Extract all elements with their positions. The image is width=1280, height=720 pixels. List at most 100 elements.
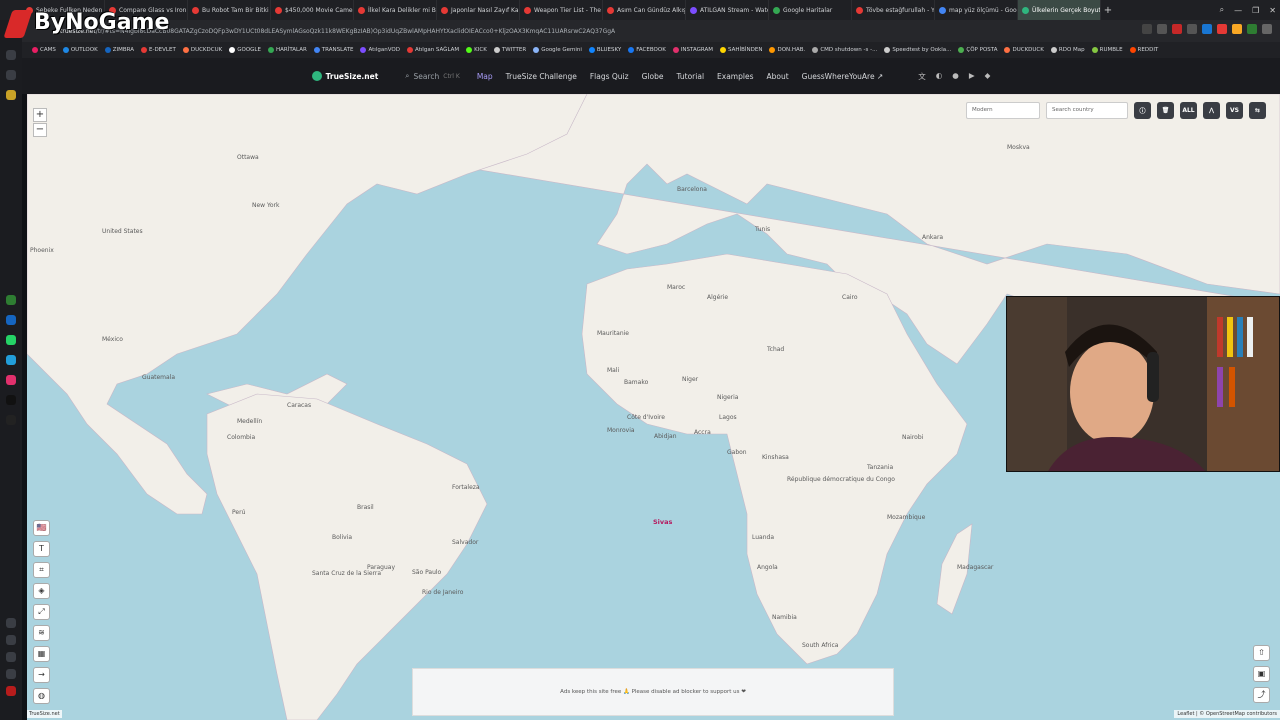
- nav-about[interactable]: About: [766, 72, 788, 81]
- measure-tool[interactable]: ⤢: [33, 604, 50, 620]
- all-button[interactable]: ALL: [1180, 102, 1197, 119]
- browser-tab[interactable]: Google Haritalar: [769, 0, 852, 20]
- extension-icon[interactable]: [1142, 24, 1152, 34]
- layers-tool[interactable]: ≋: [33, 625, 50, 641]
- apple-icon[interactable]: ◆: [985, 71, 991, 82]
- sidebar-x-icon[interactable]: [6, 415, 16, 425]
- bookmark-item[interactable]: DUCKDCUK: [182, 47, 222, 53]
- bookmark-item[interactable]: FACEBOOK: [628, 47, 666, 53]
- bookmark-item[interactable]: RUMBLE: [1091, 47, 1123, 53]
- zoom-out-button[interactable]: −: [33, 123, 47, 137]
- compare-icon[interactable]: ⇆: [1249, 102, 1266, 119]
- browser-tab[interactable]: Japonlar Nasıl Zayıf Kalıyo: [437, 0, 520, 20]
- bookmark-item[interactable]: Speedtest by Ookla...: [884, 47, 951, 53]
- vs-button[interactable]: VS: [1226, 102, 1243, 119]
- sidebar-tiktok-icon[interactable]: [6, 395, 16, 405]
- browser-tab[interactable]: $450,000 Movie Camera: [271, 0, 354, 20]
- minimize-button[interactable]: —: [1234, 6, 1242, 15]
- sidebar-user-icon[interactable]: [6, 90, 16, 100]
- nav-tutorial[interactable]: Tutorial: [676, 72, 704, 81]
- flag-tool[interactable]: 🇺🇸: [33, 520, 50, 536]
- nav-guesswhereyouare[interactable]: GuessWhereYouAre ↗: [802, 72, 884, 81]
- bookmark-item[interactable]: CAMS: [32, 47, 56, 53]
- extension-icon[interactable]: [1232, 24, 1242, 34]
- bookmark-item[interactable]: ZIMBRA: [104, 47, 134, 53]
- browser-tab[interactable]: Ülkelerin Gerçek Boyutlar: [1018, 0, 1101, 20]
- browser-tab[interactable]: İlkel Kara Delikler mi Bulu: [354, 0, 437, 20]
- globe-tool[interactable]: ◍: [33, 688, 50, 704]
- upload-icon[interactable]: ⇧: [1253, 645, 1270, 661]
- grid-tool[interactable]: ▦: [33, 646, 50, 662]
- translate-icon[interactable]: 文: [918, 71, 926, 82]
- share-icon[interactable]: ⤴: [1253, 687, 1270, 703]
- theme-toggle-icon[interactable]: ◐: [936, 71, 943, 82]
- layers-icon[interactable]: ⋀: [1203, 102, 1220, 119]
- bookmark-item[interactable]: AtılganVOD: [360, 47, 400, 53]
- sidebar-wallet-icon[interactable]: [6, 70, 16, 80]
- extension-icon[interactable]: [1187, 24, 1197, 34]
- extension-icon[interactable]: [1172, 24, 1182, 34]
- sidebar-record-icon[interactable]: [6, 686, 16, 696]
- bookmark-item[interactable]: KICK: [466, 47, 487, 53]
- nav-globe[interactable]: Globe: [642, 72, 664, 81]
- sidebar-pin-icon[interactable]: [6, 50, 16, 60]
- sidebar-edit-icon[interactable]: [6, 635, 16, 645]
- map-attribution[interactable]: Leaflet | © OpenStreetMap contributors: [1174, 710, 1280, 718]
- sidebar-grid-icon[interactable]: [6, 618, 16, 628]
- bookmark-item[interactable]: TWITTER: [493, 47, 526, 53]
- crop-tool[interactable]: ⌗: [33, 562, 50, 578]
- bookmark-item[interactable]: CMD shutdown -s -...: [812, 47, 877, 53]
- browser-tab[interactable]: ATILGAN Stream - Watch: [686, 0, 769, 20]
- site-brand[interactable]: TrueSize.net: [311, 71, 378, 81]
- extension-icon[interactable]: [1247, 24, 1257, 34]
- shape-tool[interactable]: ◈: [33, 583, 50, 599]
- url-field[interactable]: truesize.net/tr/#ts=N4Igbi8cDaCcB08GATAZ…: [60, 28, 960, 35]
- bookmark-item[interactable]: REDDIT: [1129, 47, 1158, 53]
- bookmark-item[interactable]: INSTAGRAM: [672, 47, 713, 53]
- bookmark-item[interactable]: GOOGLE: [229, 47, 261, 53]
- bookmark-item[interactable]: OUTLOOK: [62, 47, 98, 53]
- sidebar-app-icon[interactable]: [6, 295, 16, 305]
- site-search[interactable]: ⌕ Search Ctrl K: [405, 71, 460, 81]
- browser-tab[interactable]: Tövbe estağfurullah - You: [852, 0, 935, 20]
- extension-icon[interactable]: [1217, 24, 1227, 34]
- bookmark-item[interactable]: HARİTALAR: [267, 47, 307, 53]
- sidebar-history-icon[interactable]: [6, 652, 16, 662]
- bookmark-item[interactable]: Atılgan SAĞLAM: [406, 47, 459, 53]
- new-tab-button[interactable]: +: [1101, 5, 1115, 16]
- nav-map[interactable]: Map: [477, 72, 493, 81]
- info-icon[interactable]: ⓘ: [1134, 102, 1151, 119]
- reddit-icon[interactable]: ●: [952, 71, 959, 82]
- bookmark-item[interactable]: TRANSLATE: [313, 47, 353, 53]
- search-country-input[interactable]: Search country: [1046, 102, 1128, 119]
- bookmark-item[interactable]: DUCKDUCK: [1004, 47, 1044, 53]
- text-tool[interactable]: T: [33, 541, 50, 557]
- extension-icon[interactable]: [1202, 24, 1212, 34]
- zoom-in-button[interactable]: +: [33, 108, 47, 122]
- bookmark-item[interactable]: Google Gemini: [533, 47, 582, 53]
- arrow-tool[interactable]: →: [33, 667, 50, 683]
- bookmark-item[interactable]: RDO Map: [1050, 47, 1085, 53]
- google-play-icon[interactable]: ▶: [969, 71, 975, 82]
- sidebar-messenger-icon[interactable]: [6, 315, 16, 325]
- maximize-button[interactable]: ❐: [1252, 6, 1259, 15]
- nav-examples[interactable]: Examples: [717, 72, 753, 81]
- browser-tab[interactable]: map yüz ölçümü - Google: [935, 0, 1018, 20]
- sidebar-settings-icon[interactable]: [6, 669, 16, 679]
- trash-icon[interactable]: 🗑: [1157, 102, 1174, 119]
- bookmark-item[interactable]: ÇÖP POSTA: [958, 47, 997, 53]
- bookmark-item[interactable]: DON.HAB.: [769, 47, 805, 53]
- browser-tab[interactable]: Asım Can Gündüz Alkışla: [603, 0, 686, 20]
- browser-tab[interactable]: Bu Robot Tam Bir Bitki Gib: [188, 0, 271, 20]
- nav-flags-quiz[interactable]: Flags Quiz: [590, 72, 629, 81]
- bookmark-item[interactable]: BLUESKY: [588, 47, 621, 53]
- sidebar-telegram-icon[interactable]: [6, 355, 16, 365]
- focus-city-marker[interactable]: Sivas: [653, 518, 672, 526]
- browser-tab[interactable]: Weapon Tier List - The Fin: [520, 0, 603, 20]
- search-tabs-icon[interactable]: ⌕: [1220, 5, 1224, 15]
- save-icon[interactable]: ▣: [1253, 666, 1270, 682]
- nav-truesize-challenge[interactable]: TrueSize Challenge: [506, 72, 577, 81]
- sidebar-instagram-icon[interactable]: [6, 375, 16, 385]
- footer-brand[interactable]: TrueSize.net: [27, 710, 62, 718]
- close-window-button[interactable]: ✕: [1269, 6, 1276, 15]
